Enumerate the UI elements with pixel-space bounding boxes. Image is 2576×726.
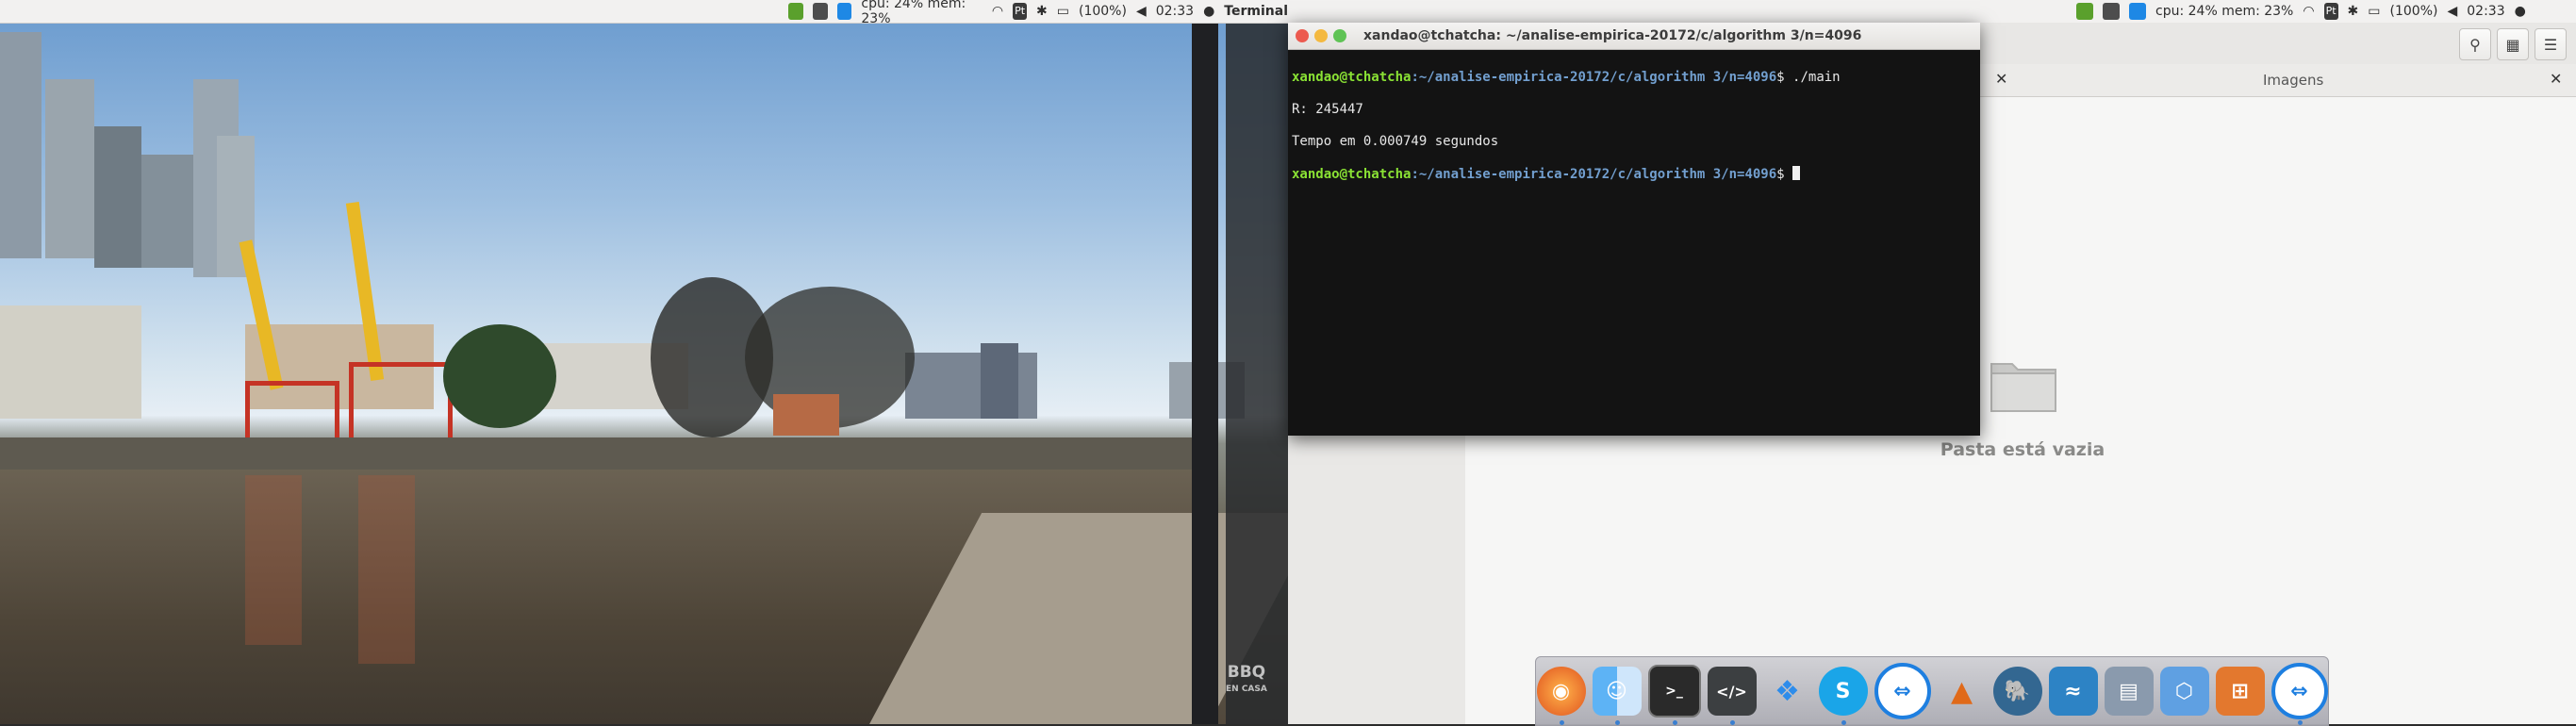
dock-app-icon[interactable]: ⊞ bbox=[2215, 667, 2265, 716]
wifi-icon[interactable]: ◠ bbox=[2303, 4, 2314, 19]
terminal-line: xandao@tchatcha:~/analise-empirica-20172… bbox=[1292, 70, 1841, 85]
terminal-title: xandao@tchatcha: ~/analise-empirica-2017… bbox=[1363, 28, 1862, 43]
battery-indicator[interactable]: (100%) bbox=[2390, 4, 2438, 19]
teamviewer-icon[interactable] bbox=[836, 3, 852, 20]
clock[interactable]: 02:33 bbox=[1156, 4, 1194, 19]
empty-folder-icon bbox=[1990, 363, 2056, 412]
dock-mysql-workbench-icon[interactable]: ≈ bbox=[2048, 667, 2098, 716]
hamburger-icon: ☰ bbox=[2543, 35, 2558, 54]
teamviewer-icon[interactable] bbox=[2129, 3, 2146, 20]
dropbox-icon[interactable] bbox=[2103, 3, 2120, 20]
dock-teamviewer-icon[interactable]: ⇔ bbox=[1874, 663, 1931, 719]
dock-skype-icon[interactable]: S bbox=[1818, 667, 1868, 725]
file-manager-tabbar: ✕ Imagens ✕ bbox=[1980, 64, 2576, 97]
active-app-title: Terminal bbox=[1224, 4, 1288, 19]
dock-matlab-icon[interactable]: ▲ bbox=[1938, 667, 1987, 716]
search-icon: ⚲ bbox=[2469, 35, 2481, 54]
dropbox-icon[interactable] bbox=[812, 3, 828, 20]
dock-virtualbox-icon[interactable]: ⬡ bbox=[2159, 667, 2209, 716]
running-indicator bbox=[2297, 720, 2303, 725]
dock-firefox-icon[interactable]: ◉ bbox=[1536, 667, 1586, 725]
cpu-mem-indicator[interactable]: cpu: 24% mem: 23% bbox=[861, 0, 982, 26]
grid-icon: ▦ bbox=[2505, 35, 2520, 54]
terminal-titlebar[interactable]: xandao@tchatcha: ~/analise-empirica-2017… bbox=[1288, 23, 1980, 50]
dock-terminal-icon[interactable]: >_ bbox=[1647, 665, 1701, 725]
search-button[interactable]: ⚲ bbox=[2459, 28, 2491, 60]
minimize-window-button[interactable] bbox=[1314, 29, 1328, 42]
volume-icon[interactable]: ◀ bbox=[1136, 4, 1147, 19]
running-indicator bbox=[1614, 720, 1620, 725]
terminal-line: Tempo em 0.000749 segundos bbox=[1292, 134, 1499, 149]
terminal-line: R: 245447 bbox=[1292, 102, 1363, 117]
keyboard-layout-indicator[interactable]: Pt bbox=[1013, 3, 1028, 20]
top-panel-left: cpu: 24% mem: 23% ◠ Pt ✱ ▭ (100%) ◀ 02:3… bbox=[0, 0, 1288, 26]
top-panel-right: cpu: 24% mem: 23% ◠ Pt ✱ ▭ (100%) ◀ 02:3… bbox=[1288, 0, 2576, 24]
apple-menu-icon[interactable]: ● bbox=[2515, 4, 2526, 19]
dock-code-editor-icon[interactable]: </> bbox=[1707, 667, 1757, 725]
battery-icon[interactable]: ▭ bbox=[2368, 4, 2380, 19]
running-indicator bbox=[1841, 720, 1846, 725]
dock-scanner-icon[interactable]: ▤ bbox=[2104, 667, 2154, 716]
dock: ◉ ☺ >_ </> ❖ S ⇔ ▲ 🐘 ≈ ▤ ⬡ ⊞ ⇔ bbox=[1535, 656, 2329, 726]
maximize-window-button[interactable] bbox=[1333, 29, 1346, 42]
running-indicator bbox=[1559, 720, 1564, 725]
terminal-output[interactable]: xandao@tchatcha:~/analise-empirica-20172… bbox=[1288, 50, 1980, 219]
apple-menu-icon[interactable]: ● bbox=[1203, 4, 1214, 19]
cpu-mem-indicator[interactable]: cpu: 24% mem: 23% bbox=[2155, 4, 2293, 19]
close-window-button[interactable] bbox=[1296, 29, 1309, 42]
terminal-window[interactable]: xandao@tchatcha: ~/analise-empirica-2017… bbox=[1288, 23, 1980, 436]
bluetooth-icon[interactable]: ✱ bbox=[2348, 4, 2359, 19]
dock-finder-icon[interactable]: ☺ bbox=[1592, 667, 1642, 725]
running-indicator bbox=[1672, 720, 1677, 725]
dock-dropbox-icon[interactable]: ❖ bbox=[1763, 667, 1812, 716]
bluetooth-icon[interactable]: ✱ bbox=[1036, 4, 1048, 19]
desktop-wallpaper bbox=[0, 23, 1288, 724]
empty-folder-message: Pasta está vazia bbox=[1940, 439, 2105, 460]
battery-indicator[interactable]: (100%) bbox=[1079, 4, 1127, 19]
file-manager-toolbar: ⚲ ▦ ☰ bbox=[1980, 23, 2576, 67]
file-manager-sidebar[interactable] bbox=[1288, 436, 1466, 724]
view-toggle-button[interactable]: ▦ bbox=[2497, 28, 2529, 60]
dock-teamviewer-icon[interactable]: ⇔ bbox=[2271, 663, 2328, 725]
terminal-cursor bbox=[1792, 166, 1801, 180]
volume-icon[interactable]: ◀ bbox=[2447, 4, 2457, 19]
tab-imagens[interactable]: Imagens bbox=[2263, 72, 2323, 89]
clock[interactable]: 02:33 bbox=[2467, 4, 2504, 19]
shield-icon[interactable] bbox=[788, 3, 803, 20]
terminal-line: xandao@tchatcha:~/analise-empirica-20172… bbox=[1292, 166, 1976, 183]
keyboard-layout-indicator[interactable]: Pt bbox=[2323, 3, 2338, 20]
wifi-icon[interactable]: ◠ bbox=[992, 4, 1003, 19]
video-watermark: BBQ EN CASA bbox=[1226, 663, 1267, 694]
battery-icon[interactable]: ▭ bbox=[1057, 4, 1069, 19]
running-indicator bbox=[1729, 720, 1735, 725]
dock-postgresql-icon[interactable]: 🐘 bbox=[1992, 667, 2042, 716]
tab-close-button[interactable]: ✕ bbox=[1995, 70, 2007, 88]
menu-button[interactable]: ☰ bbox=[2535, 28, 2567, 60]
shield-icon[interactable] bbox=[2076, 3, 2093, 20]
tab-close-button[interactable]: ✕ bbox=[2550, 70, 2562, 88]
